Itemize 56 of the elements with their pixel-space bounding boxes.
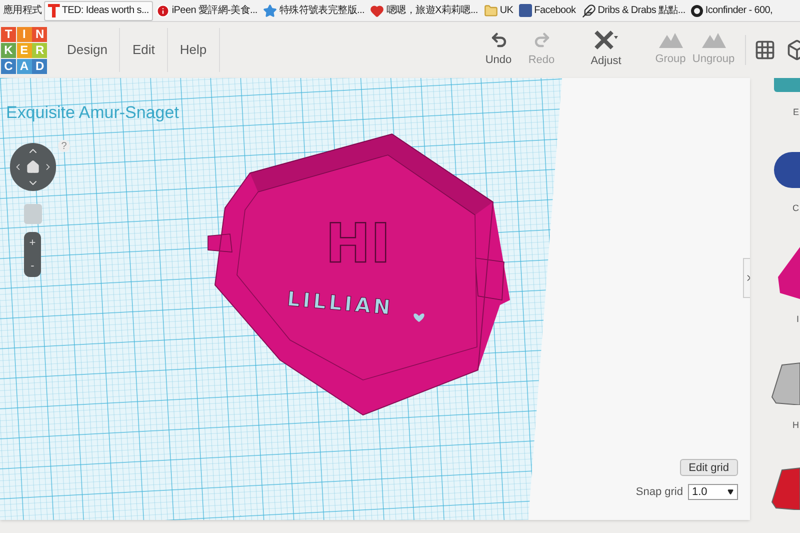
facebook-icon <box>519 4 532 17</box>
redo-icon <box>532 31 550 50</box>
bookmark-item[interactable]: iPeen 愛評網-美食... <box>152 0 260 20</box>
star-icon <box>263 4 278 18</box>
logo[interactable]: T I N K E R C A D <box>1 26 47 74</box>
bookmark-item[interactable]: 嗯嗯，旅遊X莉莉嗯... <box>367 0 481 20</box>
zoom-out-button[interactable]: - <box>30 258 34 274</box>
bookmark-item[interactable]: Dribs & Drabs 點點... <box>578 0 688 20</box>
feather-icon <box>582 4 596 18</box>
logo-tile: K <box>1 42 16 58</box>
heart-icon <box>370 4 384 18</box>
logo-tile: I <box>16 26 32 42</box>
shape-label: E <box>792 106 800 119</box>
mountain-icon <box>702 32 726 48</box>
menu-item[interactable]: Help <box>168 28 220 72</box>
logo-tile: T <box>1 26 16 42</box>
letter-t-icon <box>48 4 60 18</box>
bookmark-label: iPeen 愛評網-美食... <box>172 4 258 18</box>
logo-tile: A <box>16 58 32 74</box>
undo-icon <box>490 31 508 50</box>
circle-logo-icon <box>691 4 704 16</box>
shape-label: H <box>792 418 800 432</box>
edit-grid-button[interactable]: Edit grid <box>680 458 738 476</box>
bookmark-item[interactable]: Iconfinder - 600, <box>688 0 776 20</box>
bookmark-item[interactable]: TED: Ideas worth s... <box>44 0 153 20</box>
logo-tile: N <box>32 26 48 42</box>
bookmark-item[interactable]: Facebook <box>516 0 579 20</box>
info-icon <box>156 4 170 18</box>
toolbar-button[interactable]: Undo <box>477 31 520 69</box>
apps-link[interactable]: 應用程式 <box>1 3 44 18</box>
logo-tile: D <box>32 58 48 74</box>
home-icon[interactable] <box>26 160 40 174</box>
bookmark-label: Iconfinder - 600, <box>705 4 773 18</box>
bookmark-label: TED: Ideas worth s... <box>62 4 149 18</box>
dropdown-caret-icon <box>727 488 734 495</box>
bookmark-label: Facebook <box>534 4 576 18</box>
bookmark-item[interactable]: UK <box>480 0 516 20</box>
bookmark-label: UK <box>500 4 514 18</box>
snap-grid-label: Snap grid <box>636 484 683 500</box>
toolbar-button[interactable]: Adjust <box>575 30 637 70</box>
snap-grid-select[interactable]: 1.0 <box>688 484 738 500</box>
bookmark-label: 特殊符號表完整版... <box>279 4 364 18</box>
mountain-icon <box>658 32 682 48</box>
bookmark-label: 嗯嗯，旅遊X莉莉嗯... <box>386 4 478 18</box>
menu-item[interactable]: Edit <box>120 28 168 72</box>
zoom-in-button[interactable]: + <box>29 235 36 252</box>
logo-tile: R <box>32 42 48 58</box>
shape-label: I <box>796 313 800 326</box>
menu-item[interactable]: Design <box>55 28 120 72</box>
shape-label: C <box>792 202 800 214</box>
logo-tile: C <box>1 58 16 74</box>
bookmark-item[interactable]: 特殊符號表完整版... <box>260 0 368 20</box>
logo-tile: E <box>16 42 32 58</box>
folder-icon <box>484 4 498 18</box>
grid-view-icon[interactable] <box>754 39 776 61</box>
bookmark-label: Dribs & Drabs 點點... <box>598 4 686 18</box>
